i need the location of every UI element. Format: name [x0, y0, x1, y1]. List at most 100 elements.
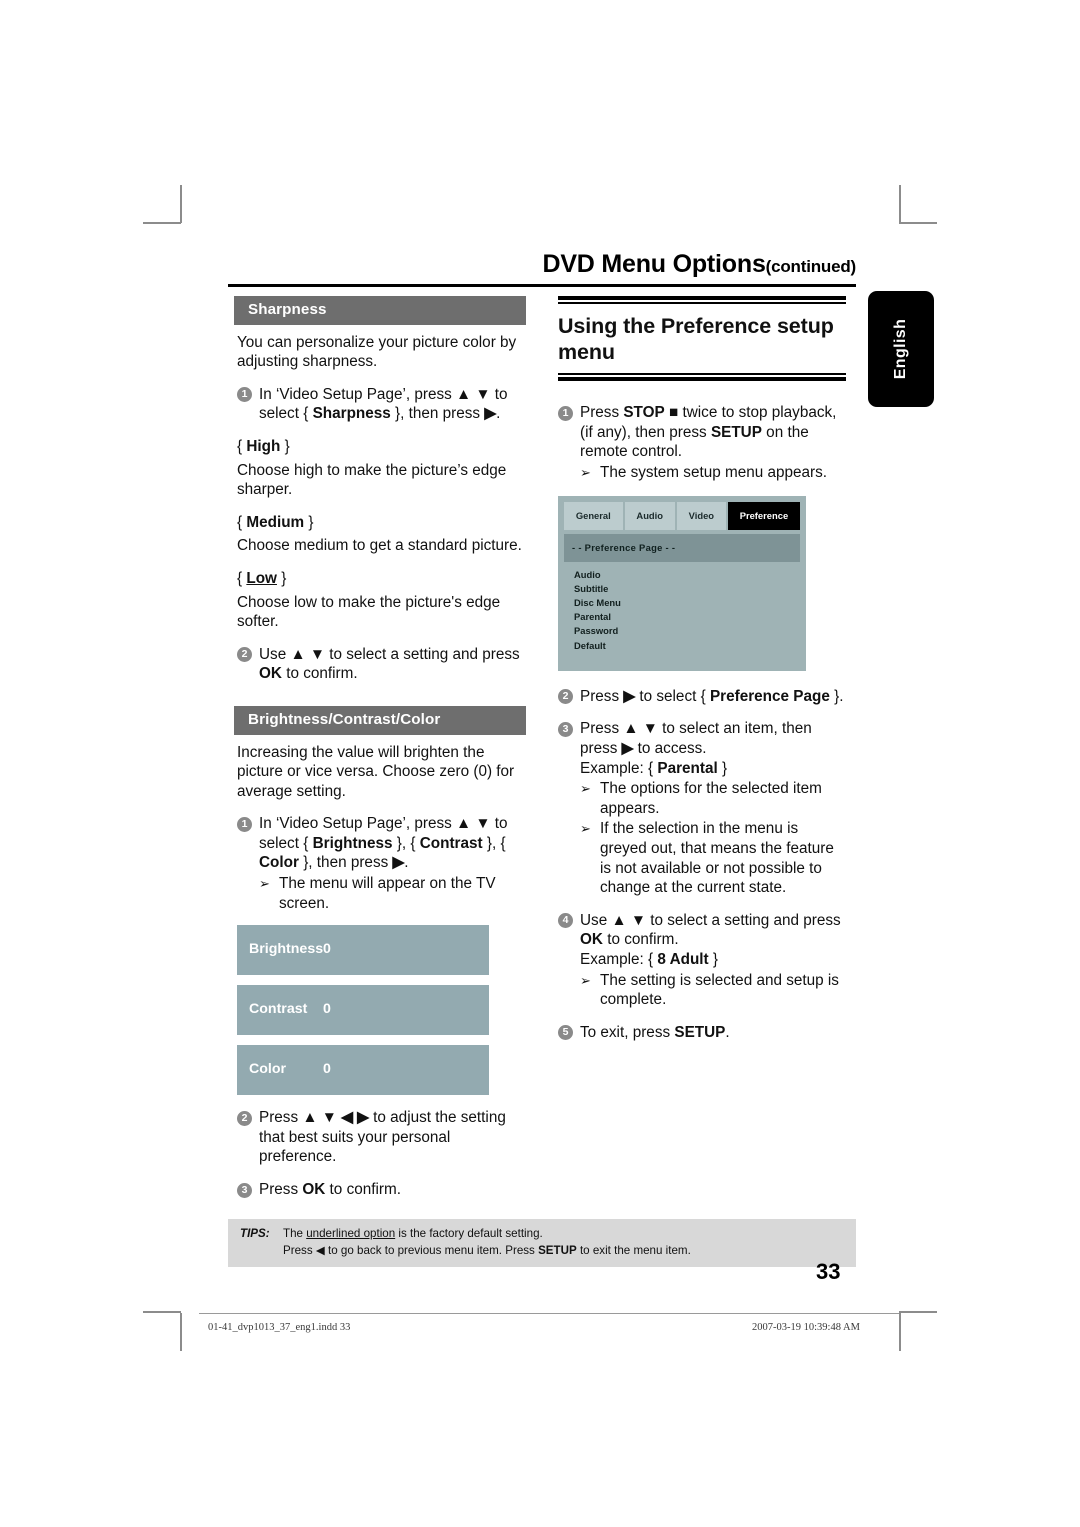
step-text-e: }, then press: [390, 405, 485, 423]
tips-line1-underlined: underlined option: [306, 1227, 396, 1240]
bcc-step-1-sub: ➢ The menu will appear on the TV screen.: [259, 874, 525, 913]
step-text-a: In ‘Video Setup Page’, press: [259, 815, 457, 833]
sub-text: The system setup menu appears.: [600, 463, 828, 481]
osd-tab-audio[interactable]: Audio: [624, 502, 675, 530]
ok-button-label: OK: [580, 931, 603, 949]
arrow-right-icon: ▶: [392, 854, 405, 872]
value-box-label: Contrast: [249, 1001, 308, 1018]
value-box-value: 0: [323, 1061, 331, 1078]
osd-menu-item-parental[interactable]: Parental: [574, 610, 800, 624]
stop-square-icon: ■: [664, 404, 683, 421]
osd-page-title-bar: - - Preference Page - -: [564, 533, 800, 562]
osd-tab-general[interactable]: General: [564, 502, 623, 530]
option-name: High: [246, 437, 281, 455]
sharpness-option-medium-desc: Choose medium to get a standard picture.: [237, 537, 522, 555]
osd-menu-item-default[interactable]: Default: [574, 639, 800, 653]
arrow-up-down-icon: ▲ ▼: [611, 911, 646, 929]
arrow-up-down-icon: ▲ ▼: [456, 385, 491, 403]
tips-line-2: Press ◀ to go back to previous menu item…: [283, 1243, 856, 1260]
page-title-continued: (continued): [765, 257, 857, 276]
preference-step-3: 3 Press ▲ ▼ to select an item, then pres…: [558, 719, 846, 897]
crop-mark-top-right-horizontal: [899, 222, 937, 224]
step-text-e: }.: [829, 687, 844, 705]
step-text-e: to confirm.: [281, 665, 358, 683]
page-header: DVD Menu Options(continued): [228, 250, 856, 287]
print-footer-rule: [199, 1313, 899, 1314]
section-header-sharpness: Sharpness: [234, 296, 526, 325]
ok-button-label: OK: [259, 665, 282, 683]
step-text-c: to confirm.: [325, 1181, 401, 1199]
ok-button-label: OK: [302, 1181, 326, 1199]
osd-menu-item-audio[interactable]: Audio: [574, 568, 800, 582]
osd-menu-item-disc-menu[interactable]: Disc Menu: [574, 596, 800, 610]
step-text-c: .: [725, 1023, 730, 1041]
arrow-up-down-icon: ▲ ▼: [456, 815, 491, 833]
stop-button-label: STOP: [623, 404, 665, 421]
value-box-label: Color: [249, 1061, 287, 1078]
preference-step-4: 4 Use ▲ ▼ to select a setting and press …: [558, 911, 846, 1010]
step-text-c: to select {: [635, 687, 710, 705]
preference-step-3-sub-1: ➢ The options for the selected item appe…: [580, 779, 846, 818]
preference-heading: Using the Preference setup menu: [558, 314, 834, 364]
crop-mark-bottom-right-vertical: [899, 1313, 901, 1351]
step-bullet: 1: [558, 405, 573, 421]
step-text-a: Press: [580, 720, 624, 738]
crop-mark-bottom-right-horizontal: [899, 1311, 937, 1313]
example-suffix: }: [717, 759, 728, 777]
bcc-step-1: 1 In ‘Video Setup Page’, press ▲ ▼ to se…: [237, 814, 525, 913]
left-column: Sharpness You can personalize your pictu…: [234, 296, 526, 1200]
preference-step-4-example: Example: { 8 Adult }: [580, 950, 846, 970]
step-text-g: }, {: [482, 834, 506, 852]
step-bullet: 4: [558, 913, 573, 929]
arrow-result-icon: ➢: [580, 464, 591, 480]
preference-step-4-sub: ➢ The setting is selected and setup is c…: [580, 971, 846, 1010]
step-text-a: In ‘Video Setup Page’, press: [259, 385, 457, 403]
arrow-up-down-icon: ▲ ▼: [623, 720, 658, 738]
preference-step-1-sub: ➢ The system setup menu appears.: [580, 463, 846, 483]
arrow-result-icon: ➢: [580, 972, 591, 988]
step-text-a: To exit, press: [580, 1023, 675, 1041]
step-text-g: .: [496, 405, 501, 423]
example-value: Parental: [657, 759, 718, 777]
arrow-right-icon: ▶: [623, 687, 636, 705]
page-title-rule: [228, 284, 856, 287]
heading-rule-bottom: [558, 373, 846, 381]
setup-button-label: SETUP: [538, 1243, 577, 1257]
bcc-step-3: 3 Press OK to confirm.: [237, 1180, 525, 1200]
tips-line2-c: to go back to previous menu item. Press: [324, 1243, 539, 1257]
osd-tab-video[interactable]: Video: [676, 502, 726, 530]
step-text-a: Press: [259, 1109, 303, 1127]
step-bullet: 2: [237, 1110, 252, 1126]
sub-text: The options for the selected item appear…: [600, 780, 822, 817]
crop-mark-bottom-left-horizontal: [143, 1311, 181, 1313]
sharpness-step-1: 1 In ‘Video Setup Page’, press ▲ ▼ to se…: [237, 385, 525, 424]
osd-menu-item-password[interactable]: Password: [574, 624, 800, 638]
language-tab-label: English: [892, 318, 909, 380]
tips-line2-a: Press: [283, 1243, 316, 1257]
print-footer-timestamp: 2007-03-19 10:39:48 AM: [752, 1322, 860, 1333]
step-bullet: 3: [558, 721, 573, 737]
option-name: Medium: [246, 513, 305, 531]
sub-text: The setting is selected and setup is com…: [600, 971, 839, 1009]
example-suffix: }: [708, 950, 719, 968]
osd-body: Audio Subtitle Disc Menu Parental Passwo…: [564, 562, 800, 663]
heading-rule-top: [558, 296, 846, 304]
osd-menu-item-subtitle[interactable]: Subtitle: [574, 582, 800, 596]
step-text-k: .: [404, 854, 409, 872]
step-bullet: 2: [558, 689, 573, 705]
preference-step-2: 2 Press ▶ to select { Preference Page }.: [558, 687, 846, 707]
tips-band: TIPS: The underlined option is the facto…: [228, 1219, 856, 1267]
tips-line1-c: is the factory default setting.: [395, 1227, 543, 1240]
tips-line2-e: to exit the menu item.: [576, 1243, 691, 1257]
sub-text: If the selection in the menu is greyed o…: [600, 820, 834, 897]
step-bullet: 1: [237, 816, 252, 832]
osd-tab-preference[interactable]: Preference: [727, 502, 800, 530]
preference-step-5: 5 To exit, press SETUP.: [558, 1023, 846, 1043]
step-text-a: Press: [580, 404, 624, 421]
preference-step-1: 1 Press STOP ■ twice to stop playback, (…: [558, 403, 846, 482]
step-bullet: 3: [237, 1182, 252, 1198]
step-text-a: Press: [259, 1181, 303, 1199]
page-number: 33: [816, 1259, 841, 1284]
step-text-e: }, {: [392, 834, 420, 852]
preference-heading-block: Using the Preference setup menu: [558, 296, 846, 381]
